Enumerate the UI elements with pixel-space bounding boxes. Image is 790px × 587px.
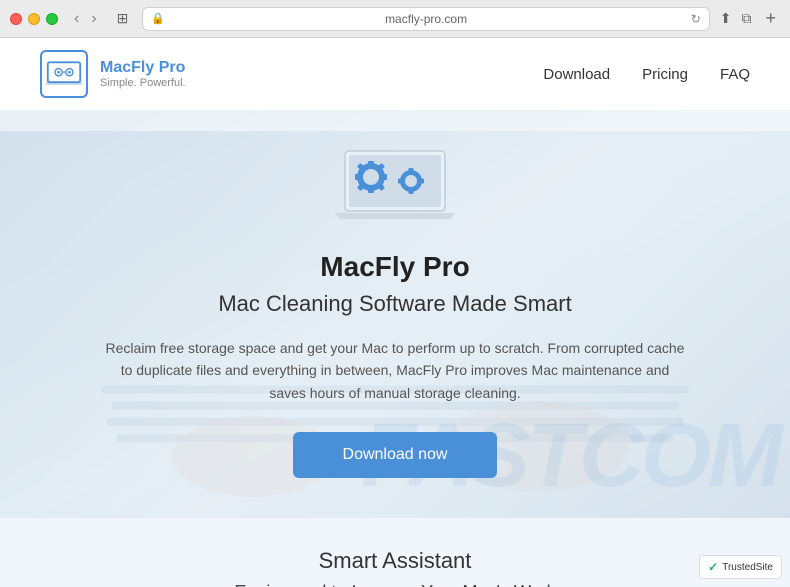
hero-section: FASTCOM [0,111,790,518]
bottom-title: Smart Assistant [40,548,750,574]
minimize-button[interactable] [28,13,40,25]
back-button[interactable]: ‹ [70,9,83,29]
browser-actions: ⬆ ⧉ [718,8,754,29]
refresh-button[interactable]: ↻ [691,12,701,26]
hero-app-icon [335,141,455,231]
trusted-site-badge: ✓ TrustedSite [699,555,782,579]
trusted-site-label: TrustedSite [722,562,773,573]
logo-box [40,50,88,98]
website-content: MacFly Pro Simple. Powerful. Download Pr… [0,38,790,587]
brand-tagline: Simple. Powerful. [100,77,186,89]
nav-download[interactable]: Download [543,66,610,83]
share-button[interactable]: ⬆ [718,8,734,29]
traffic-lights [10,13,58,25]
hero-subtitle: Mac Cleaning Software Made Smart [40,291,750,317]
site-nav: Download Pricing FAQ [543,66,750,83]
maximize-button[interactable] [46,13,58,25]
forward-button[interactable]: › [87,9,100,29]
bottom-section: Smart Assistant Engineered to Improve Yo… [0,518,790,587]
lock-icon: 🔒 [151,12,165,25]
address-text: macfly-pro.com [385,12,467,26]
brand-text: MacFly Pro Simple. Powerful. [100,59,186,89]
download-now-button[interactable]: Download now [293,432,498,478]
navigation-buttons: ‹ › [70,9,101,29]
hero-title: MacFly Pro [40,251,750,283]
address-bar[interactable]: 🔒 macfly-pro.com ↻ [142,7,709,31]
nav-faq[interactable]: FAQ [720,66,750,83]
site-header: MacFly Pro Simple. Powerful. Download Pr… [0,38,790,111]
close-button[interactable] [10,13,22,25]
tab-duplicate-button[interactable]: ⧉ [739,8,753,29]
browser-chrome: ‹ › ⊞ 🔒 macfly-pro.com ↻ ⬆ ⧉ + [0,0,790,38]
new-tab-button[interactable]: + [761,8,780,29]
tab-view-button[interactable]: ⊞ [111,8,135,29]
logo-area: MacFly Pro Simple. Powerful. [40,50,186,98]
logo-icon [46,60,82,88]
hero-description: Reclaim free storage space and get your … [105,337,685,404]
nav-pricing[interactable]: Pricing [642,66,688,83]
trusted-check-icon: ✓ [708,560,718,574]
hero-content: MacFly Pro Mac Cleaning Software Made Sm… [40,141,750,478]
brand-name-link[interactable]: MacFly Pro [100,59,186,77]
bottom-subtitle: Engineered to Improve Your Mac's Work [40,582,750,587]
